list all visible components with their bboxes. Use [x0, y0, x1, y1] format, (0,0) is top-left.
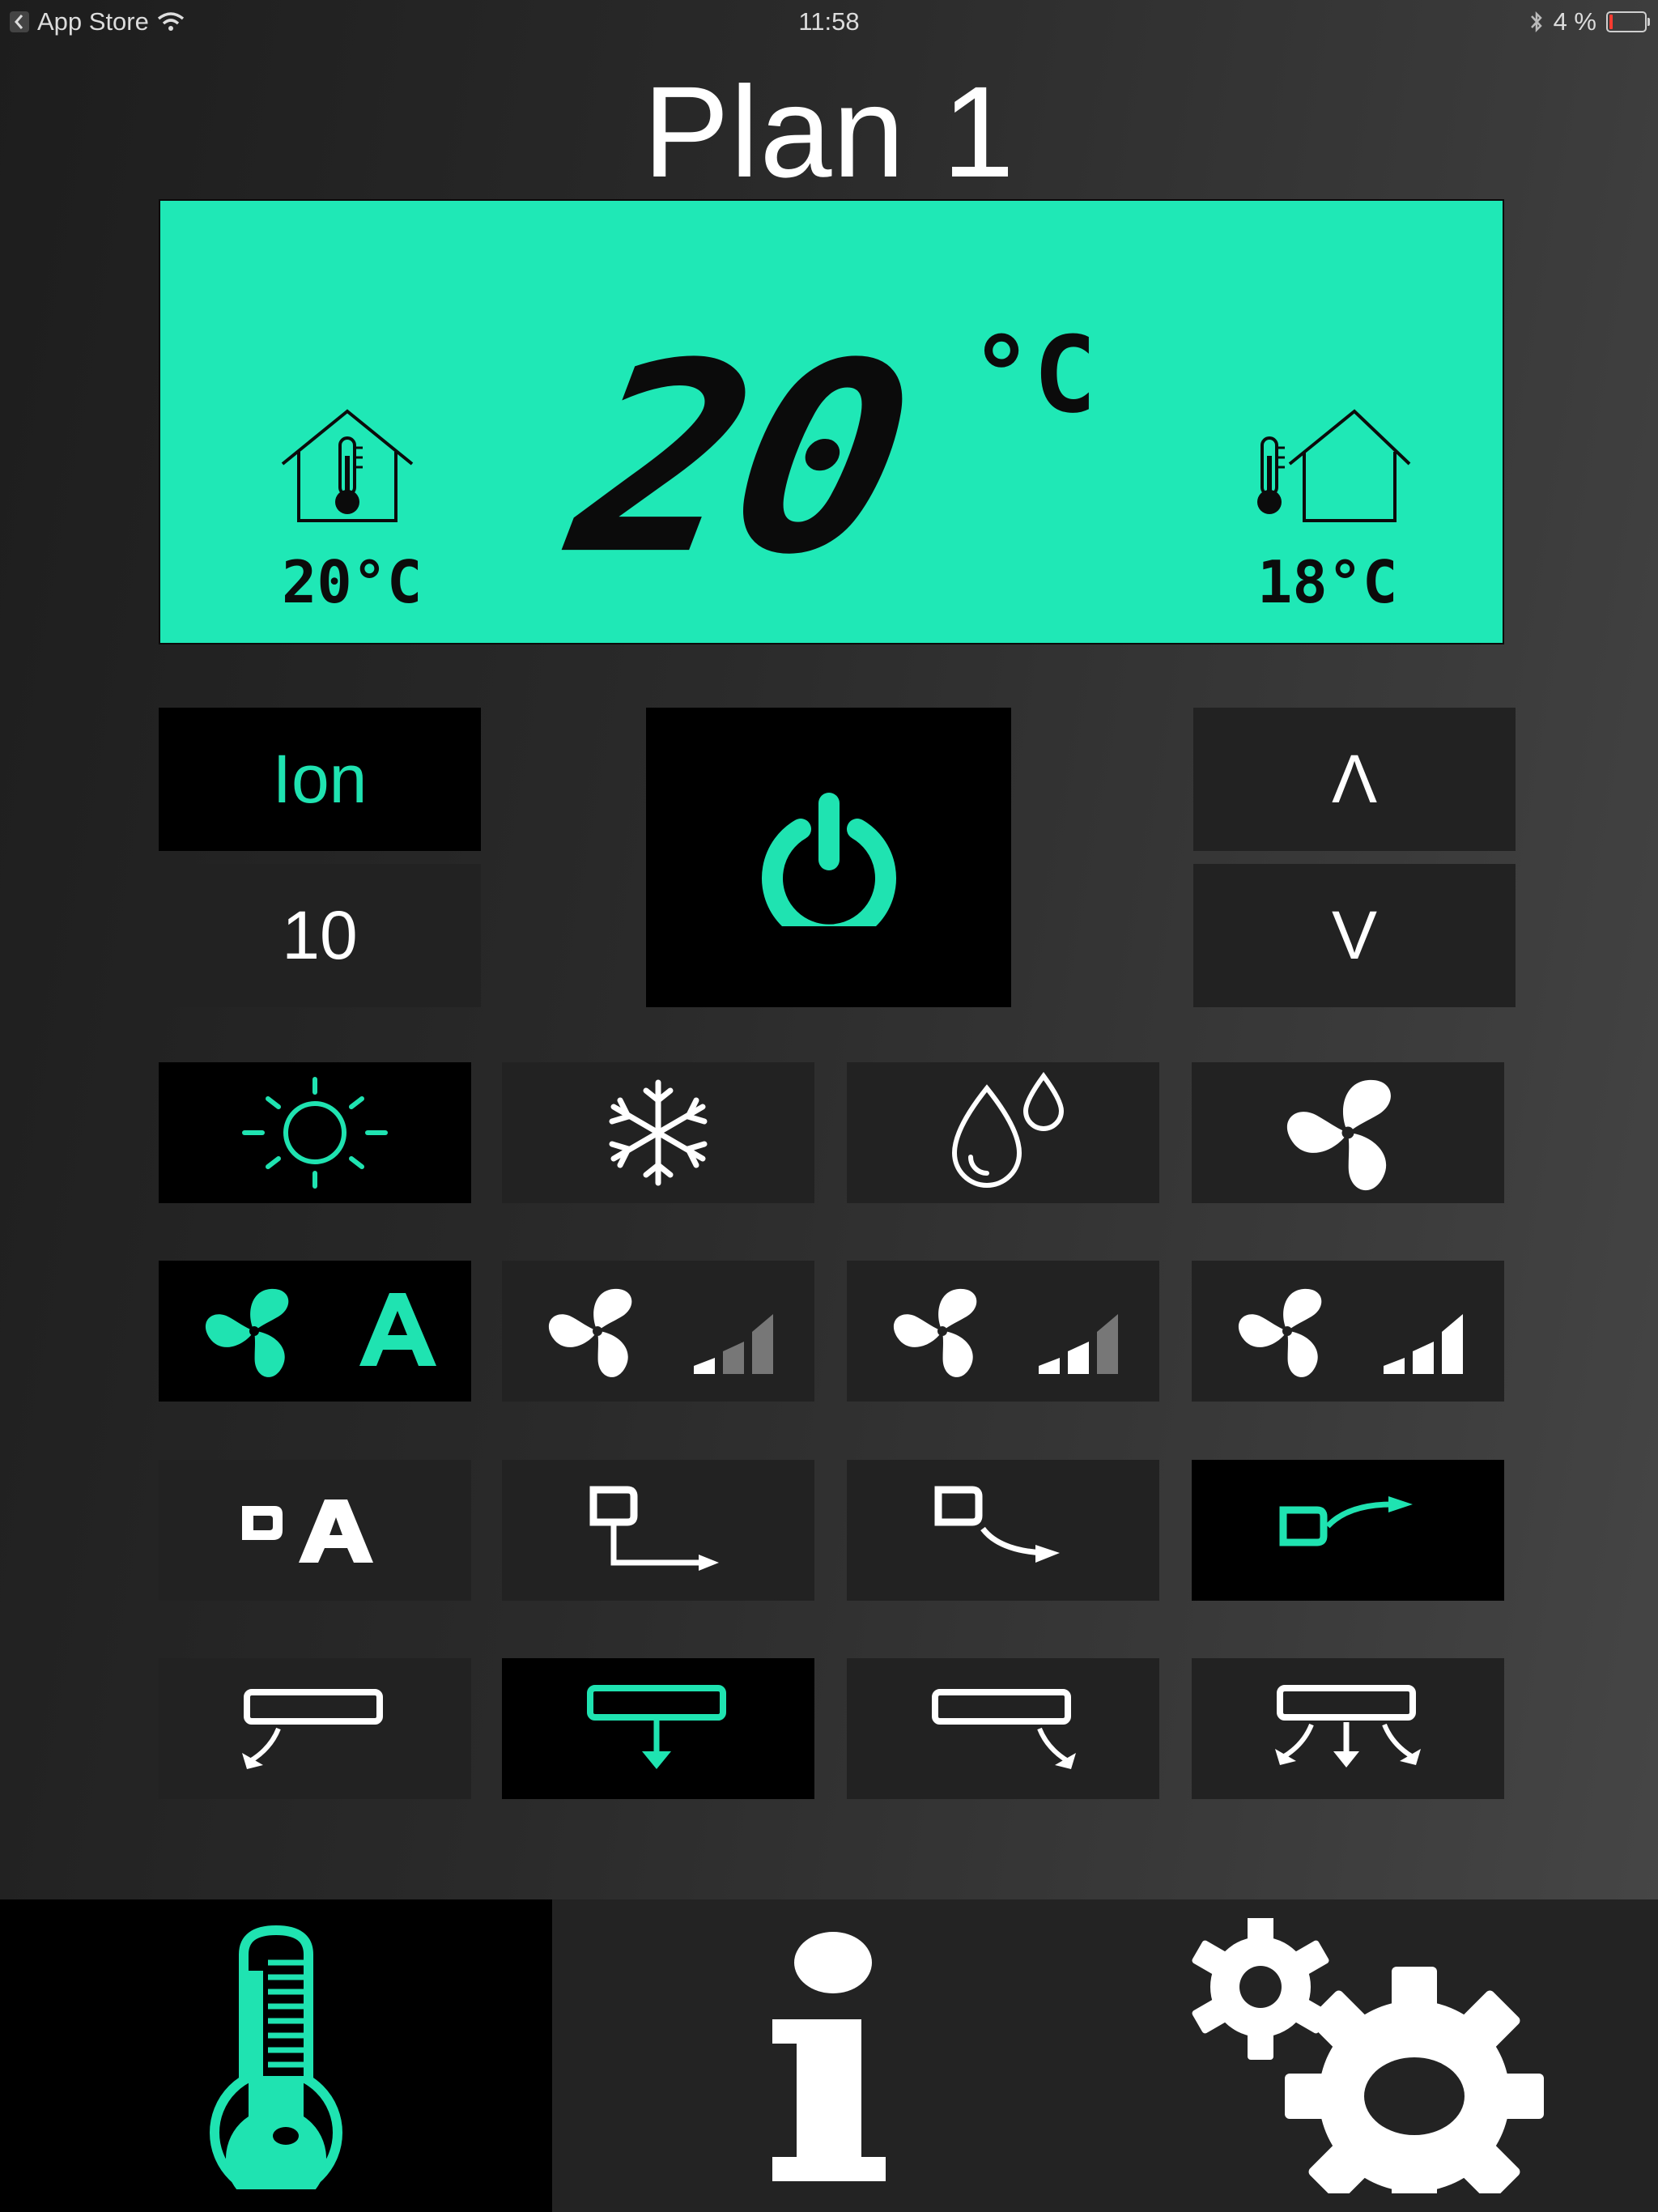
temp-down-label: V — [1331, 897, 1378, 973]
fan-high-button[interactable] — [1192, 1261, 1504, 1402]
set-temperature: 20 — [554, 307, 924, 613]
fan-icon — [1287, 1079, 1391, 1191]
airflow-left-button[interactable] — [159, 1658, 471, 1799]
airflow-spread-icon — [1275, 1685, 1421, 1767]
lcd-display: 20°C 20 °C 18°C — [159, 199, 1504, 644]
tab-settings[interactable] — [1105, 1899, 1658, 2212]
fan-medium-icon — [893, 1288, 1118, 1377]
timer-value: 10 — [282, 897, 358, 973]
mode-heat-button[interactable] — [159, 1062, 471, 1203]
indoor-house-thermometer-icon — [281, 409, 414, 522]
status-time: 11:58 — [798, 7, 860, 36]
temp-up-button[interactable]: Λ — [1193, 708, 1516, 851]
settings-gears-icon — [1192, 1918, 1544, 2193]
vane-angled-icon — [934, 1486, 1060, 1563]
ion-button[interactable]: Ion — [159, 708, 481, 851]
fan-high-icon — [1238, 1288, 1463, 1377]
bluetooth-icon — [1530, 11, 1542, 33]
mode-fan-button[interactable] — [1192, 1062, 1504, 1203]
temp-down-button[interactable]: V — [1193, 864, 1516, 1007]
vane-angled-button[interactable] — [847, 1460, 1159, 1601]
airflow-spread-button[interactable] — [1192, 1658, 1504, 1799]
battery-percent: 4 % — [1553, 7, 1596, 36]
vane-auto-button[interactable] — [159, 1460, 471, 1601]
tab-bar — [0, 1899, 1658, 2212]
tab-info[interactable] — [552, 1899, 1105, 2212]
airflow-down-icon — [587, 1685, 726, 1769]
water-drops-icon — [951, 1072, 1065, 1188]
outdoor-temperature: 18°C — [1257, 548, 1398, 616]
airflow-right-button[interactable] — [847, 1658, 1159, 1799]
status-bar: App Store 11:58 4 % — [0, 0, 1658, 42]
vane-horizontal-button[interactable] — [502, 1460, 814, 1601]
fan-auto-icon — [205, 1288, 436, 1377]
fan-auto-button[interactable] — [159, 1261, 471, 1402]
info-icon — [772, 1932, 886, 2181]
mode-dry-button[interactable] — [847, 1062, 1159, 1203]
vane-horizontal-icon — [589, 1486, 719, 1571]
set-temperature-unit: °C — [970, 313, 1097, 436]
outdoor-house-thermometer-icon — [1257, 409, 1411, 522]
fan-low-button[interactable] — [502, 1261, 814, 1402]
power-button[interactable] — [646, 708, 1011, 1007]
sun-icon — [242, 1077, 388, 1189]
page-title: Plan 1 — [643, 59, 1015, 204]
vane-auto-icon — [242, 1499, 373, 1563]
battery-icon — [1606, 11, 1650, 32]
ion-label: Ion — [272, 741, 368, 817]
vane-swing-up-button[interactable] — [1192, 1460, 1504, 1601]
indoor-temperature: 20°C — [282, 548, 423, 616]
fan-low-icon — [548, 1288, 773, 1377]
temp-up-label: Λ — [1331, 741, 1378, 817]
airflow-left-icon — [242, 1689, 383, 1769]
snowflake-icon — [609, 1079, 708, 1186]
timer-button[interactable]: 10 — [159, 864, 481, 1007]
power-icon — [761, 793, 896, 926]
thermometer-icon — [210, 1925, 342, 2189]
mode-cool-button[interactable] — [502, 1062, 814, 1203]
vane-swing-up-icon — [1279, 1496, 1413, 1546]
tab-thermometer[interactable] — [0, 1899, 552, 2212]
airflow-down-button[interactable] — [502, 1658, 814, 1799]
airflow-right-icon — [932, 1689, 1076, 1769]
fan-medium-button[interactable] — [847, 1261, 1159, 1402]
